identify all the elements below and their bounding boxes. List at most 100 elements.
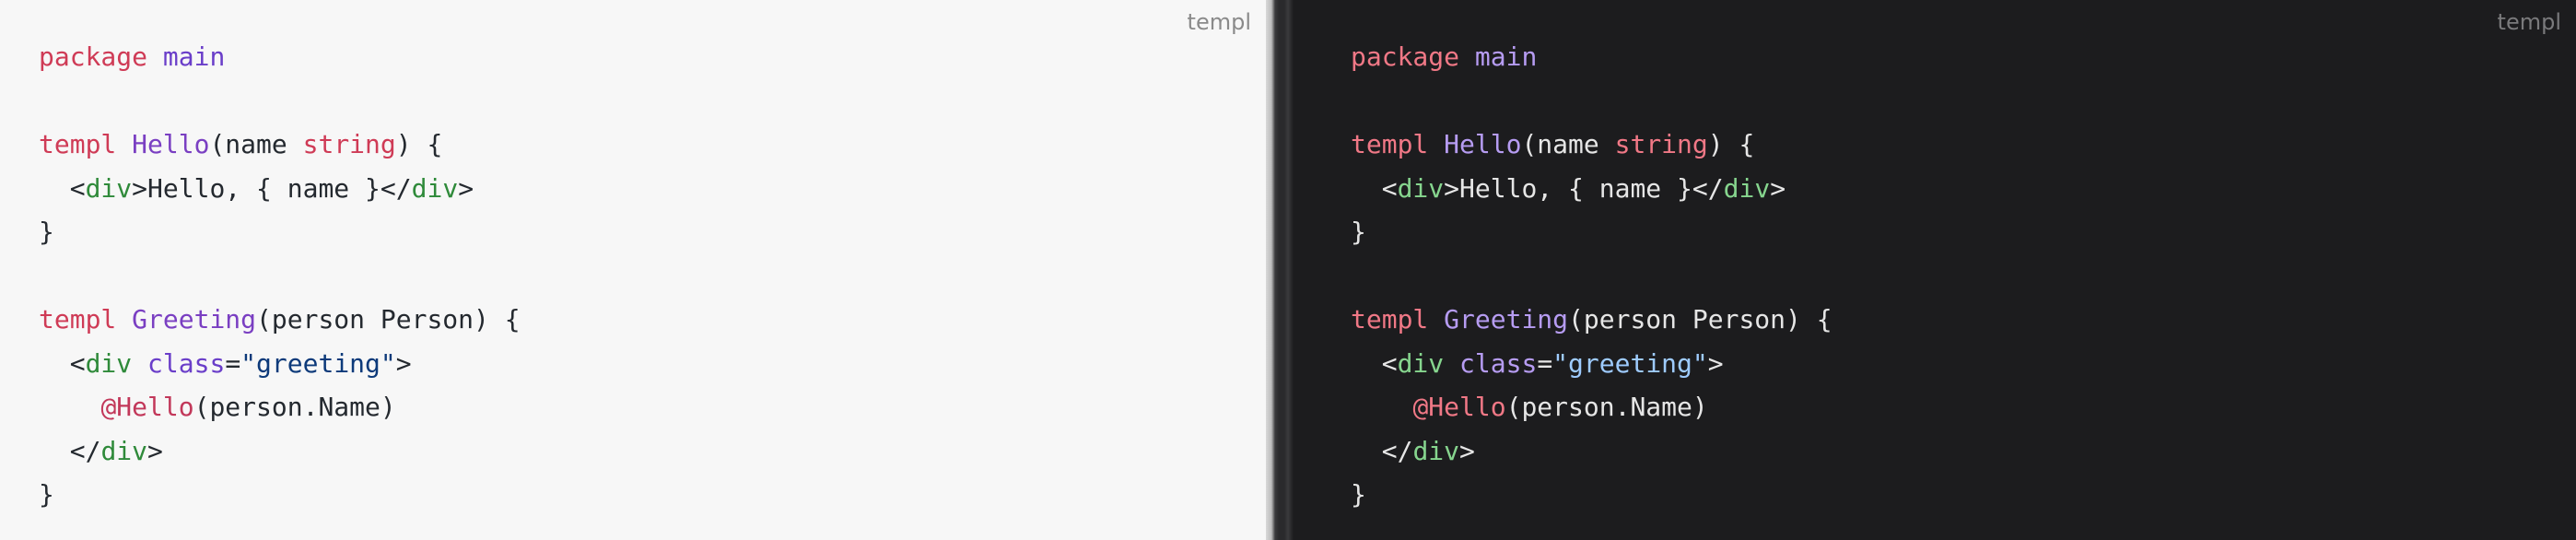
tag-open-bracket: < [69, 172, 86, 204]
end-tag-open-bracket: </ [1692, 172, 1724, 204]
tag-close-bracket: > [395, 347, 412, 379]
component-call-token: @Hello [1412, 392, 1506, 422]
tag-name-token: div [1397, 172, 1445, 204]
brace-token: } [39, 479, 54, 510]
package-name-token: main [1474, 41, 1538, 72]
code-content[interactable]: package main templ Hello(name string) { … [39, 35, 1266, 517]
tag-name-token: div [1412, 435, 1460, 466]
keyword-token: package [39, 41, 148, 72]
end-tag-open-bracket: </ [1381, 435, 1413, 466]
string-token: "greeting" [1552, 347, 1708, 379]
params-token: (name [209, 129, 303, 159]
code-content[interactable]: package main templ Hello(name string) { … [1351, 35, 2576, 517]
tag-name-token: div [411, 172, 459, 204]
tag-close-bracket: > [458, 172, 474, 204]
code-line-4: <div>Hello, { name }</div> [1351, 167, 2576, 211]
language-label: templ [1187, 9, 1251, 35]
code-line-3: templ Hello(name string) { [39, 123, 1266, 167]
code-line-10: </div> [1351, 429, 2576, 474]
tag-open-bracket: < [1381, 347, 1398, 379]
tag-close-bracket: > [147, 435, 163, 466]
code-line-1: package main [1351, 35, 2576, 79]
tag-open-bracket: < [69, 347, 86, 379]
params-token: (person Person) { [256, 304, 521, 335]
tag-open-bracket: < [1381, 172, 1398, 204]
args-token: (person.Name) [193, 392, 396, 422]
tag-name-token: div [1397, 347, 1445, 379]
attribute-name-token: class [1459, 347, 1538, 379]
code-line-9: @Hello(person.Name) [1351, 385, 2576, 429]
code-line-8: <div class="greeting"> [39, 342, 1266, 386]
args-token: (person.Name) [1505, 392, 1708, 422]
params-close-token: ) { [1707, 129, 1755, 159]
tag-name-token: div [100, 435, 148, 466]
end-tag-open-bracket: </ [380, 172, 412, 204]
code-line-11: } [39, 473, 1266, 517]
text-token: Hello, { name } [1459, 172, 1692, 204]
function-name-token: Greeting [132, 304, 257, 335]
tag-name-token: div [85, 172, 133, 204]
code-block-light-theme: templ package main templ Hello(name stri… [0, 0, 1266, 540]
equals-token: = [225, 347, 241, 379]
function-name-token: Hello [132, 129, 210, 159]
code-line-1: package main [39, 35, 1266, 79]
language-label: templ [2497, 9, 2561, 35]
tag-close-bracket: > [1459, 435, 1475, 466]
tag-close-bracket: > [1770, 172, 1786, 204]
code-block-dark-theme: templ package main templ Hello(name stri… [1294, 0, 2576, 540]
function-name-token: Hello [1444, 129, 1522, 159]
tag-name-token: div [1723, 172, 1771, 204]
brace-token: } [39, 217, 54, 247]
code-line-5: } [1351, 210, 2576, 254]
params-token: (person Person) { [1568, 304, 1832, 335]
code-line-10: </div> [39, 429, 1266, 474]
keyword-token: package [1351, 41, 1460, 72]
string-token: "greeting" [240, 347, 396, 379]
equals-token: = [1537, 347, 1553, 379]
keyword-token: templ [1351, 304, 1429, 335]
type-token: string [1614, 129, 1708, 159]
code-line-11: } [1351, 473, 2576, 517]
keyword-token: templ [39, 304, 117, 335]
code-line-8: <div class="greeting"> [1351, 342, 2576, 386]
type-token: string [302, 129, 396, 159]
function-name-token: Greeting [1444, 304, 1569, 335]
brace-token: } [1351, 479, 1366, 510]
brace-token: } [1351, 217, 1366, 247]
code-line-7: templ Greeting(person Person) { [1351, 298, 2576, 342]
code-line-7: templ Greeting(person Person) { [39, 298, 1266, 342]
keyword-token: templ [39, 129, 117, 159]
keyword-token: templ [1351, 129, 1429, 159]
code-comparison-view: templ package main templ Hello(name stri… [0, 0, 2576, 540]
code-line-4: <div>Hello, { name }</div> [39, 167, 1266, 211]
params-close-token: ) { [395, 129, 443, 159]
tag-name-token: div [85, 347, 133, 379]
package-name-token: main [162, 41, 226, 72]
tag-close-bracket: > [1444, 172, 1460, 204]
code-line-9: @Hello(person.Name) [39, 385, 1266, 429]
tag-close-bracket: > [1707, 347, 1724, 379]
pane-divider[interactable] [1266, 0, 1294, 540]
tag-close-bracket: > [132, 172, 148, 204]
code-line-5: } [39, 210, 1266, 254]
params-token: (name [1521, 129, 1615, 159]
end-tag-open-bracket: </ [69, 435, 101, 466]
